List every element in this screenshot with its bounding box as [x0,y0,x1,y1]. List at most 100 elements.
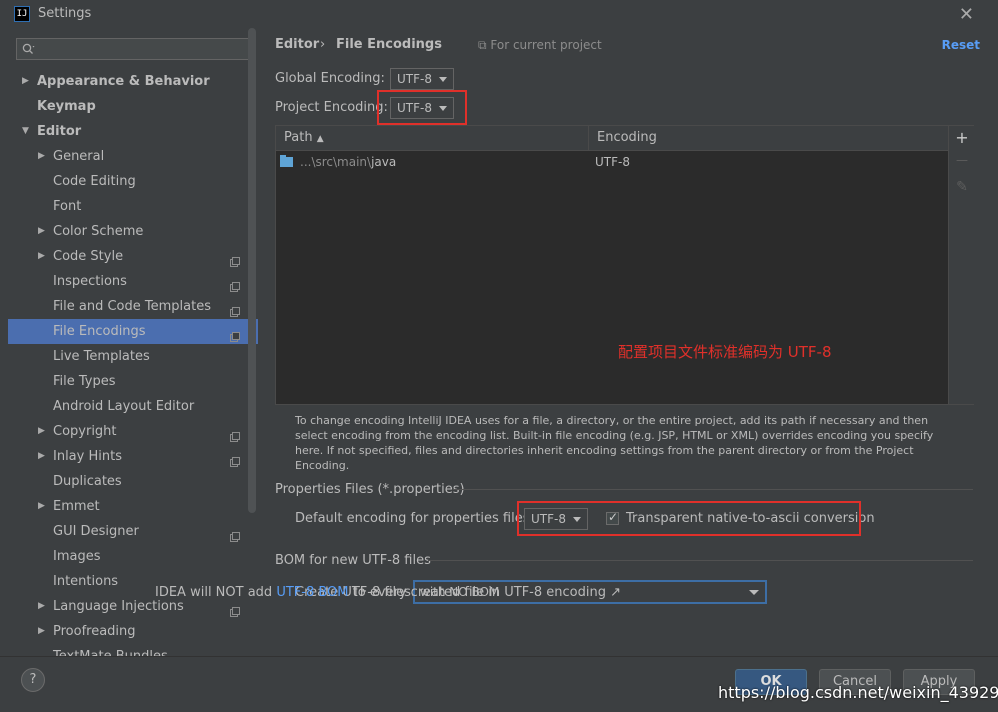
sidebar-item-label: Duplicates [53,474,122,489]
sidebar-item-label: Android Layout Editor [53,399,195,414]
utf8-bom-link[interactable]: UTF-8 BOM [276,585,348,600]
sidebar-item-code-style[interactable]: ▶ Code Style [8,244,258,269]
chevron-down-icon[interactable]: ▼ [22,119,29,144]
sidebar-item-label: Color Scheme [53,224,144,239]
sidebar-item-code-editing[interactable]: Code Editing [8,169,258,194]
table-row-encoding[interactable]: UTF-8 [595,155,630,169]
chevron-down-icon [439,77,447,82]
sidebar-item-live-templates[interactable]: Live Templates [8,344,258,369]
properties-highlight [517,501,861,536]
column-path-label: Path [284,130,313,145]
properties-section-title: Properties Files (*.properties) [275,482,465,497]
sidebar-item-general[interactable]: ▶ General [8,144,258,169]
sidebar-item-appearance-behavior[interactable]: ▶ Appearance & Behavior [8,69,258,94]
project-encoding-highlight [377,90,467,125]
sidebar-item-label: Code Style [53,249,124,264]
chevron-right-icon[interactable]: ▶ [38,594,45,619]
sidebar-item-label: Emmet [53,499,100,514]
project-scope-icon [230,251,240,267]
sidebar-search-input[interactable] [16,38,249,60]
sidebar-item-label: Editor [37,124,82,139]
column-header-encoding[interactable]: Encoding [597,126,657,150]
settings-sidebar: ▶ Appearance & Behavior Keymap ▼ Editor ▶ Gene… [8,28,258,656]
project-scope-icon [230,601,240,617]
bom-note-before: IDEA will NOT add [155,585,277,600]
path-name: java [371,155,397,169]
project-scope-icon [230,301,240,317]
sidebar-scrollbar[interactable] [248,28,256,513]
sidebar-item-label: Appearance & Behavior [37,74,210,89]
reset-link[interactable]: Reset [942,38,980,52]
sidebar-item-label: Copyright [53,424,117,439]
project-scope-icon: ⧉ [478,38,491,52]
sidebar-item-android-layout-editor[interactable]: Android Layout Editor [8,394,258,419]
page-title: File Encodings [336,37,442,52]
sidebar-item-color-scheme[interactable]: ▶ Color Scheme [8,219,258,244]
sidebar-item-label: General [53,149,105,164]
sidebar-item-file-encodings[interactable]: File Encodings [8,319,258,344]
breadcrumb-parent[interactable]: Editor [275,37,319,52]
sidebar-item-label: Font [53,199,82,214]
close-icon[interactable]: ✕ [959,4,974,25]
sidebar-item-file-and-code-templates[interactable]: File and Code Templates [8,294,258,319]
add-icon[interactable]: + [954,128,970,147]
sidebar-item-keymap[interactable]: Keymap [8,94,258,119]
sidebar-item-images[interactable]: Images [8,544,258,569]
bom-note-after: to every created file in UTF-8 encoding … [348,585,621,600]
sidebar-item-duplicates[interactable]: Duplicates [8,469,258,494]
table-toolbar: + — ✎ [948,126,974,404]
breadcrumb-separator: › [320,37,326,52]
sidebar-item-label: GUI Designer [53,524,139,539]
sidebar-item-copyright[interactable]: ▶ Copyright [8,419,258,444]
chevron-right-icon[interactable]: ▶ [22,69,29,94]
window-title: Settings [38,6,92,21]
sidebar-item-font[interactable]: Font [8,194,258,219]
chevron-down-icon [749,590,759,595]
sidebar-item-inspections[interactable]: Inspections [8,269,258,294]
global-encoding-label: Global Encoding: [275,71,385,86]
encoding-help-text: To change encoding IntelliJ IDEA uses fo… [295,414,934,472]
intellij-app-icon: IJ [14,6,30,22]
project-scope-icon [230,526,240,542]
sidebar-item-gui-designer[interactable]: GUI Designer [8,519,258,544]
sidebar-item-label: Proofreading [53,624,136,639]
global-encoding-value: UTF-8 [397,72,432,86]
sidebar-item-label: Inspections [53,274,127,289]
sidebar-item-inlay-hints[interactable]: ▶ Inlay Hints [8,444,258,469]
column-header-path[interactable]: Path ▲ [284,126,324,150]
chevron-right-icon[interactable]: ▶ [38,419,45,444]
sidebar-item-label: Live Templates [53,349,150,364]
chevron-right-icon[interactable]: ▶ [38,219,45,244]
remove-icon[interactable]: — [954,153,970,167]
section-divider [453,489,973,490]
settings-window: IJ Settings ✕ ▶ Appearance & Behavior Keym… [0,0,998,712]
chevron-right-icon[interactable]: ▶ [38,444,45,469]
sidebar-item-label: TextMate Bundles [53,644,168,656]
chevron-right-icon[interactable]: ▶ [38,619,45,644]
sidebar-item-label: File Encodings [53,324,146,339]
sidebar-item-label: Keymap [37,99,96,114]
global-encoding-select[interactable]: UTF-8 [390,68,454,90]
table-row-path[interactable]: ...\src\main\java [300,155,396,169]
sidebar-item-proofreading[interactable]: ▶ Proofreading [8,619,258,644]
sidebar-item-editor[interactable]: ▼ Editor [8,119,258,144]
sidebar-item-label: Intentions [53,574,119,589]
sidebar-item-textmate-bundles[interactable]: TextMate Bundles [8,644,258,656]
bom-section-title: BOM for new UTF-8 files [275,553,431,568]
sidebar-item-file-types[interactable]: File Types [8,369,258,394]
edit-icon[interactable]: ✎ [954,179,970,195]
chevron-right-icon[interactable]: ▶ [38,494,45,519]
column-divider [588,126,589,150]
path-prefix: ...\src\main\ [300,155,372,169]
sidebar-item-label: File and Code Templates [53,299,211,314]
section-divider [428,560,973,561]
chevron-right-icon[interactable]: ▶ [38,144,45,169]
project-scope-icon [230,326,240,342]
chevron-right-icon[interactable]: ▶ [38,244,45,269]
help-button[interactable]: ? [21,668,45,692]
title-bar: IJ Settings ✕ [0,0,998,28]
sidebar-item-emmet[interactable]: ▶ Emmet [8,494,258,519]
sidebar-item-label: Code Editing [53,174,136,189]
watermark-text: https://blog.csdn.net/weixin_43929986 [718,683,998,702]
sort-ascending-icon: ▲ [316,134,324,144]
